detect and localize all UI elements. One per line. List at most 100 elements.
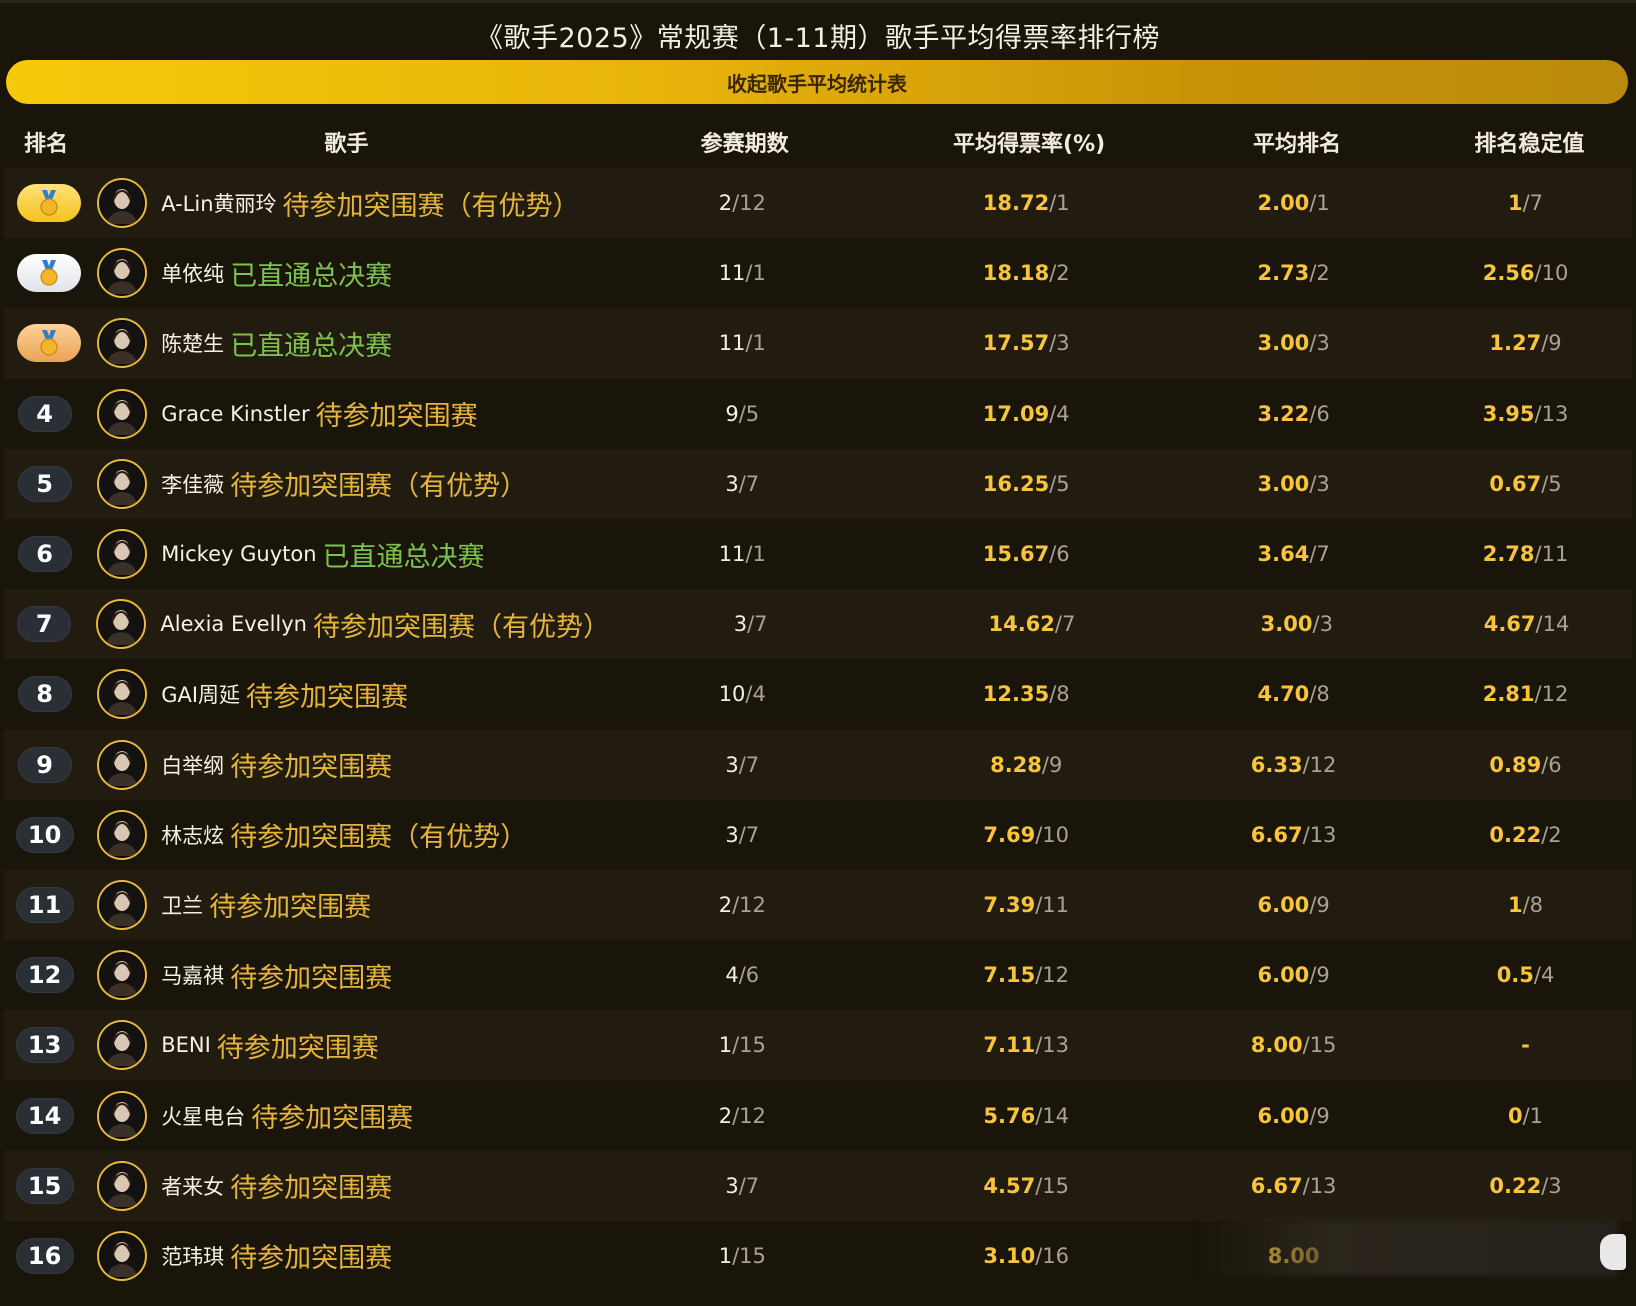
table-row[interactable]: 10 林志炫 待参加突围赛（有优势） 3/7 7.69/10 6.67/13 0… <box>4 799 1632 870</box>
sessions-rank: /1 <box>745 331 766 356</box>
table-header: 排名 歌手 参赛期数 平均得票率(%) 平均排名 排名稳定值 <box>0 110 1636 174</box>
avatar[interactable] <box>97 879 148 930</box>
table-row[interactable]: 5 李佳薇 待参加突围赛（有优势） 3/7 16.25/5 3.00/3 0.6… <box>4 448 1632 519</box>
singer-name[interactable]: 李佳薇 <box>161 469 224 499</box>
table-row[interactable]: 16 范玮琪 待参加突围赛 1/15 3.10/16 8.00 <box>4 1220 1632 1291</box>
avatar[interactable] <box>97 178 148 229</box>
stability-cell: 0.5/4 <box>1419 963 1632 987</box>
sessions-value: 3 <box>725 471 739 496</box>
avg-rank-cell: 3.00/3 <box>1173 612 1421 636</box>
header-singer[interactable]: 歌手 <box>90 126 602 158</box>
avatar[interactable] <box>97 248 148 299</box>
table-row[interactable]: 2 单依纯 已直通总决赛 11/1 18.18/2 2.73/2 2.56/10 <box>4 238 1632 309</box>
avg-rank-cell: 3.00/3 <box>1168 472 1419 496</box>
singer-name[interactable]: 林志炫 <box>161 820 224 850</box>
singer-name[interactable]: 卫兰 <box>161 890 203 920</box>
avatar[interactable] <box>97 1160 148 1211</box>
singer-name[interactable]: BENI <box>161 1033 211 1057</box>
singer-cell: Alexia Evellyn 待参加突围赛（有优势） <box>88 599 610 650</box>
rank-badge: 5 <box>17 465 72 502</box>
avg-rank-value: 4.70 <box>1257 682 1310 707</box>
avg-rank-rank: /8 <box>1309 682 1330 707</box>
floating-widget-icon[interactable] <box>1600 1234 1626 1270</box>
avg-rank-rank: /9 <box>1309 963 1330 988</box>
avatar[interactable] <box>97 458 148 509</box>
avatar[interactable] <box>97 388 148 439</box>
vote-rate-cell: 12.35/8 <box>884 682 1168 706</box>
table-row[interactable]: 13 BENI 待参加突围赛 1/15 7.11/13 8.00/15 - <box>4 1010 1632 1081</box>
singer-name[interactable]: Alexia Evellyn <box>160 612 307 636</box>
header-vote-rate[interactable]: 平均得票率(%) <box>887 126 1171 158</box>
singer-cell: 林志炫 待参加突围赛（有优势） <box>89 809 600 860</box>
singer-name[interactable]: 单依纯 <box>161 258 224 288</box>
avatar[interactable] <box>97 318 148 369</box>
sessions-cell: 1/15 <box>600 1244 884 1268</box>
avg-rank-cell: 4.70/8 <box>1168 682 1419 706</box>
rank-cell: 14 <box>4 1097 89 1134</box>
vote-rate-value: 7.15 <box>983 963 1036 988</box>
sessions-cell: 3/7 <box>600 1174 884 1198</box>
rank-badge: 11 <box>15 886 74 923</box>
avatar[interactable] <box>97 529 148 580</box>
avg-rank-cell: 3.00/3 <box>1168 331 1419 355</box>
singer-name[interactable]: 范玮琪 <box>161 1241 224 1271</box>
singer-status: 已直通总决赛 <box>230 260 393 292</box>
vote-rate-value: 18.18 <box>982 261 1050 286</box>
table-row[interactable]: 3 陈楚生 已直通总决赛 11/1 17.57/3 3.00/3 1.27/9 <box>4 308 1632 379</box>
sessions-value: 3 <box>725 1173 739 1198</box>
table-row[interactable]: 7 Alexia Evellyn 待参加突围赛（有优势） 3/7 14.62/7… <box>4 589 1632 660</box>
singer-name[interactable]: 者来女 <box>161 1171 224 1201</box>
avatar[interactable] <box>97 669 148 720</box>
table-row[interactable]: 4 Grace Kinstler 待参加突围赛 9/5 17.09/4 3.22… <box>4 378 1632 449</box>
avatar[interactable] <box>97 739 148 790</box>
stability-value: 0 <box>1507 1103 1523 1128</box>
header-rank[interactable]: 排名 <box>0 126 90 158</box>
singer-name[interactable]: Mickey Guyton <box>161 542 316 566</box>
vote-rate-rank: /12 <box>1035 963 1070 988</box>
vote-rate-rank: /9 <box>1041 752 1063 777</box>
table-row[interactable]: 11 卫兰 待参加突围赛 2/12 7.39/11 6.00/9 1/8 <box>4 869 1632 941</box>
sessions-rank: /7 <box>747 612 768 637</box>
avatar[interactable] <box>97 1090 148 1141</box>
sessions-cell: 3/7 <box>600 472 884 496</box>
vote-rate-rank: /6 <box>1049 542 1070 567</box>
avg-rank-value: 6.67 <box>1250 1173 1303 1198</box>
avg-rank-cell: 6.33/12 <box>1168 753 1419 777</box>
rank-cell: 13 <box>4 1027 89 1064</box>
table-row[interactable]: 1 A-Lin黄丽玲 待参加突围赛（有优势） 2/12 18.72/1 2.00… <box>4 168 1632 239</box>
vote-rate-cell: 4.57/15 <box>884 1174 1168 1198</box>
table-row[interactable]: 9 白举纲 待参加突围赛 3/7 8.28/9 6.33/12 0.89/6 <box>4 729 1632 800</box>
singer-name[interactable]: 马嘉祺 <box>161 960 224 990</box>
singer-name[interactable]: 火星电台 <box>161 1101 245 1131</box>
singer-status: 待参加突围赛（有优势） <box>282 190 580 222</box>
collapse-stats-button[interactable]: 收起歌手平均统计表 <box>6 60 1628 104</box>
table-row[interactable]: 14 火星电台 待参加突围赛 2/12 5.76/14 6.00/9 0/1 <box>4 1080 1632 1151</box>
sessions-value: 1 <box>718 1243 733 1268</box>
avatar[interactable] <box>97 1020 148 1071</box>
singer-name[interactable]: A-Lin黄丽玲 <box>161 188 276 218</box>
avatar[interactable] <box>97 809 148 860</box>
singer-status: 待参加突围赛 <box>230 1173 393 1205</box>
table-row[interactable]: 8 GAI周延 待参加突围赛 10/4 12.35/8 4.70/8 2.81/… <box>4 659 1632 730</box>
medal-icon <box>39 260 58 286</box>
header-sessions[interactable]: 参赛期数 <box>602 126 886 158</box>
header-avg-rank[interactable]: 平均排名 <box>1171 126 1422 158</box>
avatar[interactable] <box>96 599 147 650</box>
sessions-rank: /6 <box>738 963 760 988</box>
avg-rank-cell: 2.73/2 <box>1168 261 1419 285</box>
avatar[interactable] <box>97 950 148 1001</box>
sessions-value: 9 <box>725 401 739 426</box>
vote-rate-rank: /10 <box>1035 822 1070 847</box>
avatar[interactable] <box>97 1230 148 1281</box>
table-row[interactable]: 6 Mickey Guyton 已直通总决赛 11/1 15.67/6 3.64… <box>4 518 1632 590</box>
header-stability[interactable]: 排名稳定值 <box>1423 126 1636 158</box>
table-row[interactable]: 15 者来女 待参加突围赛 3/7 4.57/15 6.67/13 0.22/3 <box>4 1150 1632 1221</box>
table-row[interactable]: 12 马嘉祺 待参加突围赛 4/6 7.15/12 6.00/9 0.5/4 <box>4 940 1632 1011</box>
singer-cell: GAI周延 待参加突围赛 <box>89 669 600 720</box>
singer-name[interactable]: GAI周延 <box>161 679 240 709</box>
singer-name[interactable]: 白举纲 <box>161 750 224 780</box>
singer-name[interactable]: 陈楚生 <box>161 328 224 358</box>
vote-rate-rank: /1 <box>1049 191 1070 216</box>
avatar-silhouette-icon <box>101 1024 144 1067</box>
singer-name[interactable]: Grace Kinstler <box>161 402 309 426</box>
